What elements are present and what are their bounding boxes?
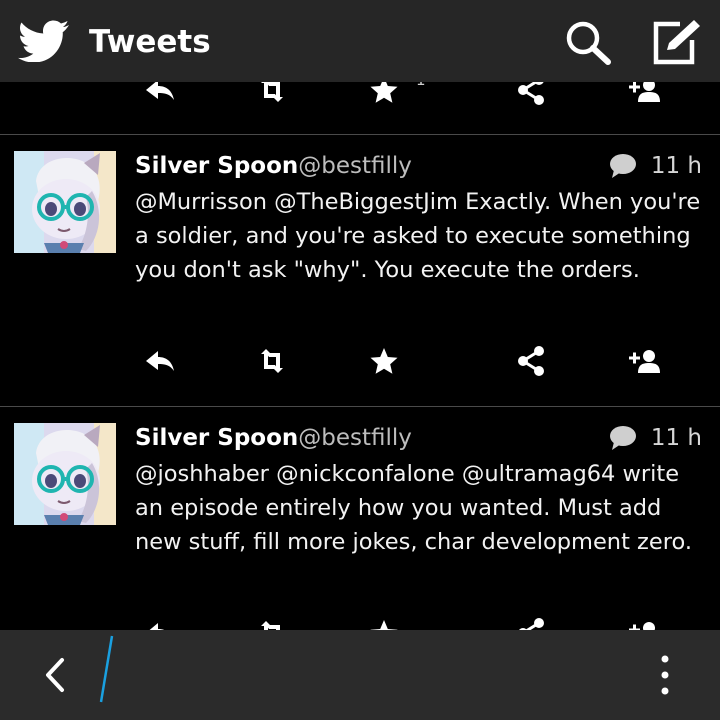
tweet-text: @joshhaber @nickconfalone @ultramag64 wr… [135, 461, 692, 555]
retweet-button[interactable] [252, 341, 292, 381]
conversation-icon [609, 426, 636, 450]
tweet-meta: 11 h [609, 425, 702, 451]
favorite-count: 1 [416, 82, 426, 89]
favorite-button[interactable] [364, 82, 404, 110]
tweet-item[interactable]: Silver Spoon@bestfilly 11 h @joshhaber @… [0, 407, 720, 630]
avatar-image [14, 151, 116, 253]
author-name: Silver Spoon [135, 425, 299, 451]
star-icon [364, 82, 404, 110]
author-handle: @bestfilly [298, 425, 412, 451]
follow-button[interactable] [624, 613, 664, 630]
favorite-button[interactable] [364, 341, 404, 381]
follow-button[interactable] [624, 82, 664, 110]
avatar-image [14, 423, 116, 525]
search-icon[interactable] [562, 18, 616, 66]
chevron-left-icon[interactable] [36, 652, 76, 698]
star-icon [364, 613, 404, 630]
tweet-text: @Murrisson @TheBiggestJim Exactly. When … [135, 189, 701, 283]
bottom-action-bar [0, 630, 720, 720]
share-icon [511, 613, 551, 630]
retweet-icon [252, 613, 292, 630]
avatar[interactable] [14, 151, 116, 253]
tweet-meta: 11 h [609, 153, 702, 179]
star-icon [364, 341, 404, 381]
retweet-button[interactable] [252, 82, 292, 110]
reply-button[interactable] [140, 341, 180, 381]
retweet-button[interactable] [252, 613, 292, 630]
tweet-item[interactable]: Silver Spoon@bestfilly 11 h @Murrisson @… [0, 135, 720, 406]
author-handle: @bestfilly [298, 153, 412, 179]
share-button[interactable] [511, 613, 551, 630]
tweet-time: 11 h [650, 425, 702, 451]
tweet-feed[interactable]: 1 Silver Spoon@bestfilly 11 h @Murrisson… [0, 82, 720, 630]
reply-button[interactable] [140, 613, 180, 630]
tweet-actions [0, 613, 720, 630]
share-button[interactable] [511, 82, 551, 110]
conversation-icon [609, 154, 636, 178]
page-title: Tweets [89, 24, 211, 60]
reply-icon [140, 82, 180, 110]
tweet-actions [0, 341, 720, 381]
compose-icon[interactable] [650, 18, 704, 66]
follow-button[interactable] [624, 341, 664, 381]
app-header: Tweets [0, 0, 720, 82]
text-cursor-icon [99, 635, 114, 703]
tweet-author[interactable]: Silver Spoon@bestfilly [135, 153, 412, 179]
reply-icon [140, 613, 180, 630]
follow-icon [624, 341, 664, 381]
more-vertical-icon[interactable] [650, 652, 680, 698]
retweet-icon [252, 341, 292, 381]
tweet-time: 11 h [650, 153, 702, 179]
retweet-icon [252, 82, 292, 110]
author-name: Silver Spoon [135, 153, 299, 179]
follow-icon [624, 82, 664, 110]
twitter-bird-icon [18, 20, 69, 62]
share-icon [511, 82, 551, 110]
share-button[interactable] [511, 341, 551, 381]
partial-tweet-actions: 1 [0, 82, 720, 110]
tweet-author[interactable]: Silver Spoon@bestfilly [135, 425, 412, 451]
avatar[interactable] [14, 423, 116, 525]
share-icon [511, 341, 551, 381]
reply-icon [140, 341, 180, 381]
reply-button[interactable] [140, 82, 180, 110]
favorite-button[interactable] [364, 613, 404, 630]
follow-icon [624, 613, 664, 630]
